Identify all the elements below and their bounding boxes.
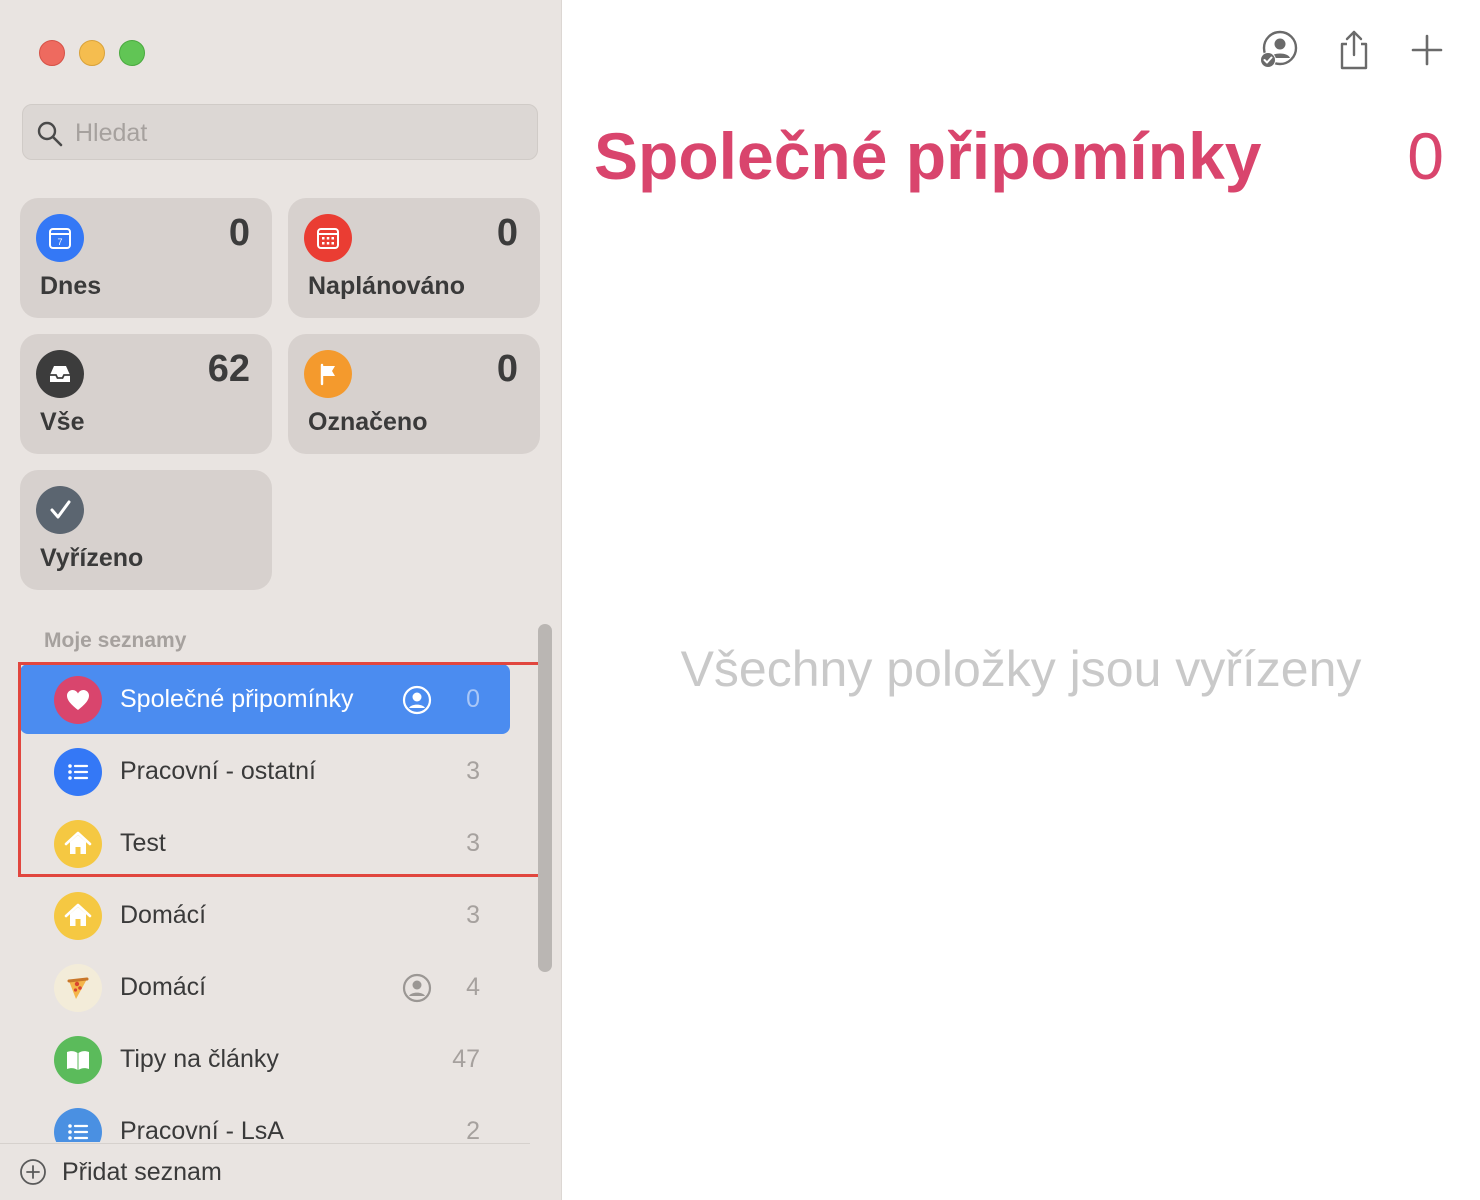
- list-item-name: Test: [120, 829, 166, 857]
- list-item-count: 2: [466, 1117, 480, 1142]
- list-item-count: 3: [466, 901, 480, 929]
- list-item-name: Pracovní - ostatní: [120, 757, 316, 785]
- list-total-count: 0: [1407, 119, 1444, 193]
- smart-list-label: Dnes: [40, 272, 102, 300]
- list-item-domaci-shared[interactable]: Domácí 4: [20, 952, 510, 1022]
- smart-list-completed[interactable]: Vyřízeno: [20, 470, 272, 590]
- house-icon: [54, 820, 102, 868]
- smart-list-today[interactable]: 7 0 Dnes: [20, 198, 272, 318]
- smart-list-label: Označeno: [308, 408, 428, 436]
- smart-list-all[interactable]: 62 Vše: [20, 334, 272, 454]
- add-list-button[interactable]: Přidat seznam: [0, 1143, 530, 1200]
- add-reminder-button[interactable]: [1403, 26, 1451, 74]
- zoom-window-button[interactable]: [119, 40, 145, 66]
- checkmark-icon: [36, 486, 84, 534]
- smart-list-flagged[interactable]: 0 Označeno: [288, 334, 540, 454]
- search-icon: [37, 121, 63, 147]
- list-item-count: 3: [466, 829, 480, 857]
- plus-circle-icon: [20, 1159, 46, 1185]
- list-item-name: Domácí: [120, 901, 207, 929]
- calendar-grid-icon: [304, 214, 352, 262]
- house-icon: [54, 892, 102, 940]
- smart-list-count: 0: [228, 212, 250, 254]
- share-button[interactable]: [1330, 26, 1378, 74]
- my-lists-heading: Moje seznamy: [44, 629, 187, 652]
- close-window-button[interactable]: [39, 40, 65, 66]
- share-icon: [1340, 30, 1368, 70]
- book-icon: [54, 1036, 102, 1084]
- smart-list-count: 0: [496, 348, 518, 390]
- svg-text:7: 7: [57, 237, 62, 247]
- plus-icon: [1411, 34, 1443, 66]
- list-item-name: Společné připomínky: [120, 685, 354, 713]
- share-with-people-button[interactable]: [1254, 26, 1302, 74]
- smart-list-scheduled[interactable]: 0 Naplánováno: [288, 198, 540, 318]
- list-item-spolecne-pripominky[interactable]: Společné připomínky 0: [20, 664, 510, 734]
- search-field[interactable]: [22, 104, 538, 160]
- list-item-count: 3: [466, 757, 480, 785]
- list-item-name: Tipy na články: [120, 1045, 279, 1073]
- minimize-window-button[interactable]: [79, 40, 105, 66]
- list-item-domaci[interactable]: Domácí 3: [20, 880, 510, 950]
- list-item-test[interactable]: Test 3: [20, 808, 510, 878]
- list-item-tipy-na-clanky[interactable]: Tipy na články 47: [20, 1024, 510, 1094]
- list-bullet-icon: [54, 748, 102, 796]
- list-item-name: Domácí: [120, 973, 207, 1001]
- empty-state-message: Všechny položky jsou vyřízeny: [680, 641, 1362, 697]
- list-bullet-icon: [54, 1108, 102, 1142]
- add-list-label: Přidat seznam: [62, 1158, 222, 1186]
- smart-list-label: Vše: [40, 408, 85, 436]
- smart-list-label: Vyřízeno: [40, 544, 144, 572]
- calendar-icon: 7: [36, 214, 84, 262]
- shared-person-icon: [402, 685, 432, 715]
- tray-icon: [36, 350, 84, 398]
- list-item-pracovni-lsa[interactable]: Pracovní - LsA 2: [20, 1096, 510, 1142]
- search-input[interactable]: [75, 113, 525, 153]
- pizza-icon: [54, 964, 102, 1012]
- flag-icon: [304, 350, 352, 398]
- smart-list-count: 0: [496, 212, 518, 254]
- sidebar: 7 0 Dnes 0 Naplánováno 62: [0, 0, 562, 1200]
- list-title: Společné připomínky: [594, 119, 1262, 193]
- list-item-count: 0: [466, 685, 480, 713]
- list-item-name: Pracovní - LsA: [120, 1117, 284, 1142]
- smart-list-count: 62: [207, 348, 250, 390]
- list-item-pracovni-ostatni[interactable]: Pracovní - ostatní 3: [20, 736, 510, 806]
- my-lists: Společné připomínky 0 Pracovní - ostatní…: [0, 662, 530, 1142]
- sidebar-scrollbar[interactable]: [538, 624, 552, 972]
- list-item-count: 4: [466, 973, 480, 1001]
- list-item-count: 47: [452, 1045, 480, 1073]
- share-with-people-icon: [1260, 30, 1298, 68]
- shared-person-icon: [402, 973, 432, 1003]
- heart-icon: [54, 676, 102, 724]
- smart-list-label: Naplánováno: [308, 272, 465, 300]
